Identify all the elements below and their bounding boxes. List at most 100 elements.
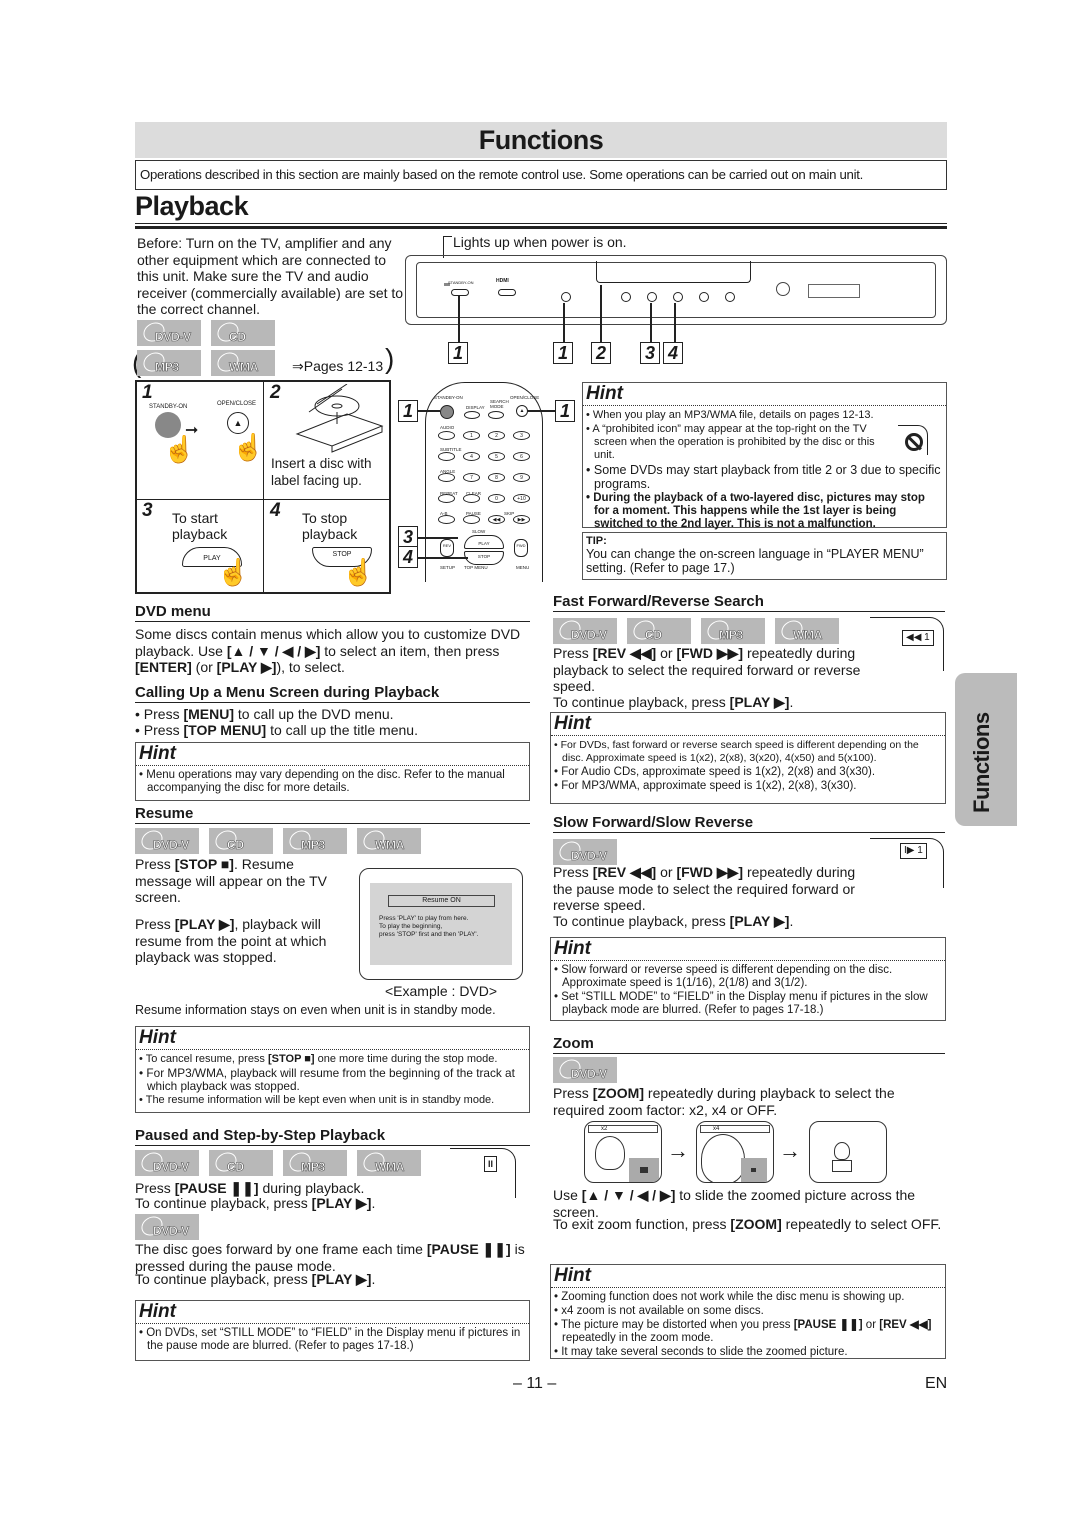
hint-item: • On DVDs, set “STILL MODE” to “FIELD” i… [139,1327,521,1352]
hint-box-fast: Hint • For DVDs, fast forward or reverse… [550,712,946,804]
remote-button: 8 [488,473,505,482]
remote-label: TOP MENU [464,565,488,570]
rev-button[interactable] [621,292,631,302]
callout-line [418,557,468,559]
remote-label: AUDIO [440,425,455,430]
callout-line [563,303,565,343]
disc-badge: MP3 [283,826,347,854]
section-heading-dvd-menu: DVD menu [135,603,530,622]
hint-item: • The resume information will be kept ev… [139,1094,495,1106]
disc-badge: DVD-V [135,1212,199,1240]
remote-standby-button [440,405,454,419]
side-tab-label: Functions [969,712,994,813]
callout-1: 1 [448,342,468,364]
zoom-osd: x4 [700,1125,770,1133]
pause-button[interactable] [699,292,709,302]
hint-item: • The picture may be distorted when you … [554,1319,932,1344]
remote-button: 9 [513,473,530,482]
hint-item: • Slow forward or reverse speed is diffe… [554,964,893,989]
resume-text-2: Press [PLAY ▶], playback will resume fro… [135,916,327,965]
side-tab: Functions [955,673,1017,826]
callout-line [418,410,440,412]
hand-pointer-icon: ☝ [232,432,265,462]
step-text-1: The disc goes forward by one frame each … [135,1241,525,1274]
face-illustration [595,1136,625,1170]
zoom-frame-x4: x4 [696,1121,774,1183]
remote-label: SETUP [440,565,456,570]
open-close-button[interactable] [561,292,571,302]
fwd-button[interactable] [725,292,735,302]
stop-button[interactable] [673,292,683,302]
osd-rev-indicator: ◀◀ 1 [902,630,934,646]
zoom-position-map [629,1158,659,1182]
disc-badge: MP3 [283,1148,347,1176]
remote-button: ▶▶ [513,515,530,524]
disc-badge: WMA [357,826,421,854]
remote-fwd-button: FWD [514,539,528,557]
step-number: 4 [270,500,281,521]
hint-item: • For MP3/WMA, playback will resume from… [139,1066,515,1093]
pages-ref: ⇒Pages 12-13 [292,358,384,374]
remote-button: 5 [488,452,505,461]
callout-line [674,303,676,343]
step-3-text: To start playback [172,510,228,542]
section-heading-paused: Paused and Step-by-Step Playback [135,1127,530,1146]
standby-button[interactable] [451,289,469,296]
arrow-right-icon: → [667,1138,689,1163]
remote-label: SKIP [504,511,515,516]
remote-button [438,473,455,482]
hint-title: Hint [551,1265,945,1288]
body-illustration [832,1160,852,1172]
hand-pointer-icon: ☝ [342,557,375,587]
hint-item: • A “prohibited icon” may appear at the … [586,423,875,461]
remote-button: 1 [463,431,480,440]
disc-badge: DVD-V [553,1055,617,1083]
standby-label: STANDBY-ON [149,404,188,410]
list-item: • Press [TOP MENU] to call up the title … [135,722,418,738]
hint-title: Hint [136,1301,529,1324]
remote-button: 6 [513,452,530,461]
hint-item: • Menu operations may vary depending on … [139,768,505,794]
step-text-2: To continue playback, press [PLAY ▶]. [135,1271,376,1287]
disc-tray [596,261,751,283]
disc-badge: DVD-V [553,616,617,644]
remote-control-illustration: STANDBY-ON OPEN/CLOSE DISPLAY SEARCH MOD… [425,382,543,582]
zoom-frame-x2: x2 [584,1121,662,1183]
hint-item: • x4 zoom is not available on some discs… [554,1305,764,1317]
section-heading-slow: Slow Forward/Slow Reverse [553,814,945,833]
remote-label: MENU [516,565,530,570]
osd-message: Press 'PLAY' to play from here. To play … [379,915,479,938]
play-button[interactable] [647,292,657,302]
hint-box-resume: Hint • To cancel resume, press [STOP ■] … [135,1026,530,1113]
disc-badge-dvdv: DVD-V [137,318,201,346]
hint-box-paused: Hint • On DVDs, set “STILL MODE” to “FIE… [135,1300,530,1361]
hdmi-button[interactable] [498,289,516,296]
step-2-text: Insert a disc with label facing up. [271,456,372,488]
list-item: • Press [MENU] to call up the DVD menu. [135,705,394,722]
hint-item: • For Audio CDs, approximate speed is 1(… [554,766,876,778]
remote-button [463,494,480,503]
arrow-right-icon: → [779,1138,801,1163]
hand-pointer-icon: ☝ [217,557,250,587]
hint-item: • Set “STILL MODE” to “FIELD” in the Dis… [554,991,928,1016]
language-code: EN [925,1375,948,1392]
paren-close: ) [385,343,395,374]
remote-label: STANDBY-ON [434,395,463,400]
remote-button: 3 [513,431,530,440]
hint-item: • Zooming function does not work while t… [554,1291,905,1303]
slow-text-1: Press [REV ◀◀] or [FWD ▶▶] repeatedly du… [553,864,856,913]
zoom-position-map [741,1158,767,1182]
paused-text-2: To continue playback, press [PLAY ▶]. [135,1195,376,1211]
hint-box-playback: Hint • When you play an MP3/WMA file, de… [582,382,947,530]
remote-label: SLOW [472,529,486,534]
remote-label: DISPLAY [466,405,485,410]
hint-title: Hint [551,938,945,961]
remote-button [463,515,480,524]
remote-label: SEARCH MODE [490,399,509,409]
disc-badge-wma: WMA [211,348,275,376]
zoom-text-1: Press [ZOOM] repeatedly during playback … [553,1085,895,1118]
remote-button: 2 [488,431,505,440]
hint-item: • For MP3/WMA, approximate speed is 1(x2… [554,780,857,792]
section-heading-calling-menu: Calling Up a Menu Screen during Playback [135,684,530,703]
osd-resume-on: Resume ON [388,895,495,907]
